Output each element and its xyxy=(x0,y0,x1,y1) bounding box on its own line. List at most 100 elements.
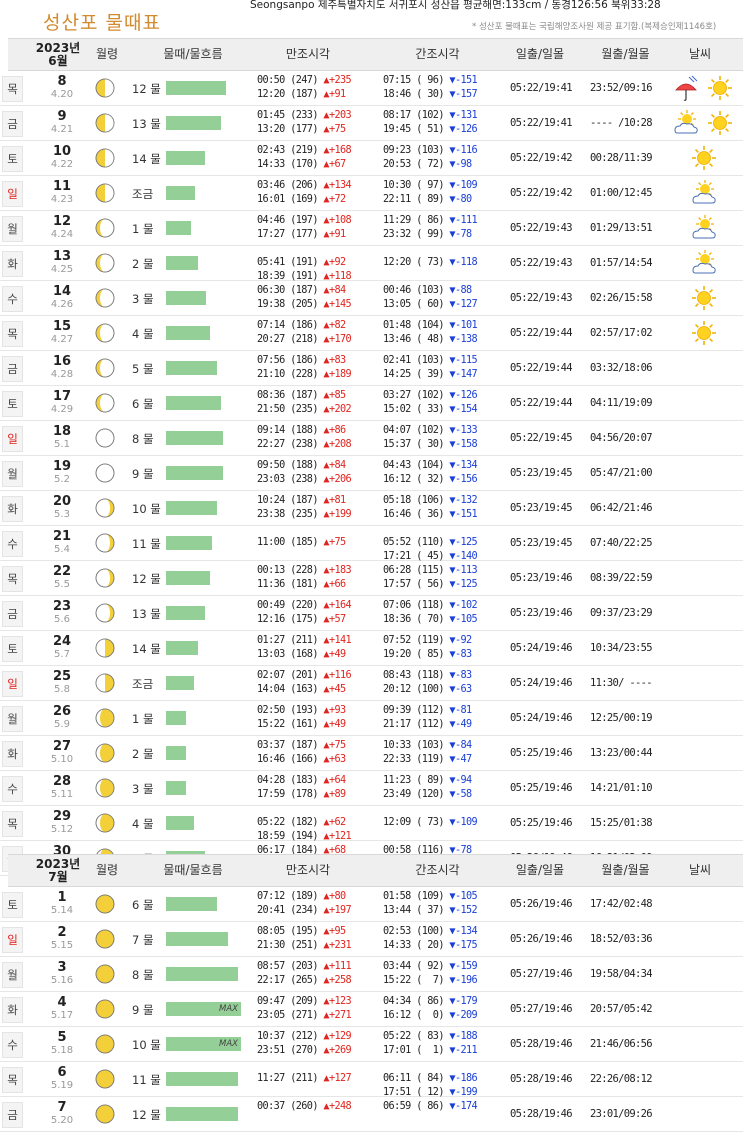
low-tide-2: 21:17 (112) ▼-49 xyxy=(383,718,472,732)
high-tide-2: 23:03 (238) ▲+206 xyxy=(257,473,352,487)
high-tide-change: ▲+63 xyxy=(323,753,346,765)
low-tide-1: 10:30 ( 97) ▼-109 xyxy=(383,179,478,193)
tide-strength-bar xyxy=(166,967,238,981)
low-tide-2: 13:46 ( 48) ▼-138 xyxy=(383,333,478,347)
tide-strength-bar xyxy=(166,501,217,515)
high-tide-time: 06:30 (187) xyxy=(257,285,324,296)
tide-strength-bar xyxy=(166,781,186,795)
low-tide-time: 15:22 ( 7) xyxy=(383,974,450,986)
high-tide-change: ▲+62 xyxy=(323,817,346,828)
weekday-label: 토 xyxy=(2,391,23,417)
high-tide-change: ▲+49 xyxy=(323,718,346,730)
moon-phase-icon xyxy=(95,358,115,378)
high-tide-time: 00:49 (220) xyxy=(257,600,324,611)
low-tide-time: 06:28 (115) xyxy=(383,565,450,576)
table-row: 화 27 5.10 2 물 03:37 (187) ▲+75 16:46 (166) ▲+… xyxy=(0,736,743,771)
low-tide-time: 07:15 ( 96) xyxy=(383,75,450,86)
high-tide-change: ▲+91 xyxy=(323,228,346,240)
table-row: 토 24 5.7 14 물 01:27 (211) ▲+141 13:03 (168) ▲… xyxy=(0,631,743,666)
high-tide-1: 01:27 (211) ▲+141 xyxy=(257,634,352,648)
low-tide-2: 15:02 ( 33) ▼-154 xyxy=(383,403,478,417)
tide-day-label: 6 물 xyxy=(132,898,154,912)
high-tide-2: 20:27 (218) ▲+170 xyxy=(257,333,352,347)
low-tide-time: 19:20 ( 85) xyxy=(383,648,450,660)
lunar-date: 5.16 xyxy=(50,975,74,986)
tide-day-label: 10 물 xyxy=(132,1038,161,1052)
high-tide-time: 08:36 (187) xyxy=(257,390,324,401)
moonrise-moonset: 02:26/15:58 xyxy=(590,292,653,304)
high-tide-time: 22:27 (238) xyxy=(257,438,324,450)
low-tide-time: 13:05 ( 60) xyxy=(383,298,450,310)
tide-strength-bar xyxy=(166,326,210,340)
high-tide-time: 13:20 (177) xyxy=(257,123,324,135)
moonrise-moonset: 20:57/05:42 xyxy=(590,1003,653,1015)
low-tide-time: 11:23 ( 89) xyxy=(383,775,450,786)
lunar-date: 5.18 xyxy=(50,1045,74,1056)
moonrise-moonset: 21:46/06:56 xyxy=(590,1038,653,1050)
lunar-date: 5.7 xyxy=(54,649,70,660)
low-tide-time: 05:18 (106) xyxy=(383,495,450,506)
low-tide-time: 18:46 ( 30) xyxy=(383,88,450,100)
high-tide-1: 08:36 (187) ▲+85 xyxy=(257,389,351,403)
low-tide-time: 23:49 (120) xyxy=(383,788,450,800)
high-tide-change: ▲+75 xyxy=(323,123,346,135)
low-tide-change: ▼-186 xyxy=(449,1073,478,1084)
solar-day: 12 xyxy=(52,214,72,229)
high-tide-time: 21:30 (251) xyxy=(257,939,324,951)
low-tide-change: ▼-111 xyxy=(449,215,478,226)
high-tide-time: 03:37 (187) xyxy=(257,740,324,751)
sunny-icon xyxy=(692,286,716,310)
low-tide-time: 16:12 ( 32) xyxy=(383,473,450,485)
tide-day-label: 5 물 xyxy=(132,362,154,376)
low-tide-times: 05:22 ( 83) ▼-188 17:01 ( 1) ▼-211 xyxy=(383,1030,478,1057)
col-high: 만조시각 xyxy=(285,47,331,61)
high-tide-change: ▲+45 xyxy=(323,683,346,695)
high-tide-1: 00:50 (247) ▲+235 xyxy=(257,74,352,88)
high-tide-2: 22:27 (238) ▲+208 xyxy=(257,438,352,452)
low-tide-time: 09:39 (112) xyxy=(383,705,450,716)
low-tide-1: 12:09 ( 73) ▼-109 xyxy=(383,816,478,830)
weekday-label: 목 xyxy=(2,811,23,837)
high-tide-1: 04:46 (197) ▲+108 xyxy=(257,214,352,228)
weather-cell xyxy=(672,284,742,312)
high-tide-time: 14:04 (163) xyxy=(257,683,324,695)
low-tide-change: ▼-58 xyxy=(449,788,472,800)
tide-day-label: 12 물 xyxy=(132,82,161,96)
low-tide-2: 19:20 ( 85) ▼-83 xyxy=(383,648,472,662)
low-tide-1: 05:52 (110) ▼-125 xyxy=(383,536,478,550)
high-tide-2: 23:51 (270) ▲+269 xyxy=(257,1044,352,1058)
weekday-label: 일 xyxy=(2,426,23,452)
low-tide-change: ▼-151 xyxy=(449,75,478,86)
lunar-date: 5.19 xyxy=(50,1080,74,1091)
high-tide-change: ▲+81 xyxy=(323,495,346,506)
high-tide-times: 05:22 (182) ▲+62 18:59 (194) ▲+121 xyxy=(257,816,352,843)
high-tide-change: ▲+202 xyxy=(323,403,352,415)
credit-note: * 성산포 물때표는 국립해양조사원 제공 표기함.(복제승인제1146호) xyxy=(472,22,717,32)
tide-strength-bar xyxy=(166,431,223,445)
high-tide-times: 01:45 (233) ▲+203 13:20 (177) ▲+75 xyxy=(257,109,352,136)
low-tide-2: 18:36 ( 70) ▼-105 xyxy=(383,613,478,627)
low-tide-2: 15:37 ( 30) ▼-158 xyxy=(383,438,478,452)
high-tide-change: ▲+127 xyxy=(323,1073,352,1084)
tide-day-label: 조금 xyxy=(132,187,154,201)
high-tide-time: 18:39 (191) xyxy=(257,270,324,282)
tide-strength-bar xyxy=(166,897,217,911)
low-tide-times: 07:15 ( 96) ▼-151 18:46 ( 30) ▼-157 xyxy=(383,74,478,101)
sunrise-sunset: 05:22/19:45 xyxy=(510,432,573,444)
tide-day-label: 8 물 xyxy=(132,432,154,446)
low-tide-time: 08:17 (102) xyxy=(383,110,450,121)
low-tide-change: ▼-81 xyxy=(449,705,472,716)
sunny-icon xyxy=(708,111,732,135)
table-header: 2023년 7월 월령 물때/물흐름 만조시각 간조시각 일출/일몰 월출/월몰 날씨 xyxy=(8,854,743,887)
tide-strength-bar: MAX xyxy=(166,1037,241,1051)
high-tide-change: ▲+199 xyxy=(323,508,352,520)
high-tide-time: 23:05 (271) xyxy=(257,1009,324,1021)
high-tide-1: 09:47 (209) ▲+123 xyxy=(257,995,352,1009)
col-low: 간조시각 xyxy=(415,863,460,877)
low-tide-times: 09:39 (112) ▼-81 21:17 (112) ▼-49 xyxy=(383,704,472,731)
high-tide-times: 10:37 (212) ▲+129 23:51 (270) ▲+269 xyxy=(257,1030,352,1058)
high-tide-change: ▲+271 xyxy=(323,1009,352,1021)
weekday-label: 수 xyxy=(2,776,23,802)
low-tide-time: 07:06 (118) xyxy=(383,600,450,611)
high-tide-1: 00:49 (220) ▲+164 xyxy=(257,599,352,613)
